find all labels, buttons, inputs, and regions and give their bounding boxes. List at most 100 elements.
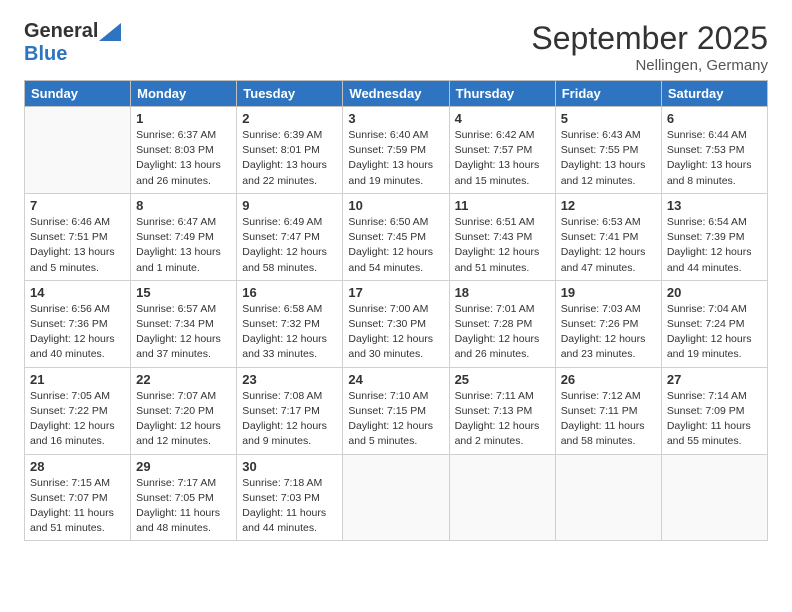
weekday-header-tuesday: Tuesday	[237, 81, 343, 107]
day-number: 15	[136, 285, 231, 300]
calendar-cell: 6 Sunrise: 6:44 AM Sunset: 7:53 PM Daylig…	[661, 107, 767, 194]
day-info: Sunrise: 7:11 AM Sunset: 7:13 PM Dayligh…	[455, 389, 550, 450]
day-info: Sunrise: 6:51 AM Sunset: 7:43 PM Dayligh…	[455, 215, 550, 276]
day-number: 30	[242, 459, 337, 474]
day-info: Sunrise: 6:49 AM Sunset: 7:47 PM Dayligh…	[242, 215, 337, 276]
calendar-cell: 23 Sunrise: 7:08 AM Sunset: 7:17 PM Dayli…	[237, 367, 343, 454]
weekday-header-thursday: Thursday	[449, 81, 555, 107]
day-number: 19	[561, 285, 656, 300]
calendar-cell: 4Sunrise: 6:42 AM Sunset: 7:57 PM Daylig…	[449, 107, 555, 194]
calendar-cell: 26 Sunrise: 7:12 AM Sunset: 7:11 PM Dayli…	[555, 367, 661, 454]
day-info: Sunrise: 6:46 AM Sunset: 7:51 PM Dayligh…	[30, 215, 125, 276]
day-number: 5	[561, 111, 656, 126]
calendar-cell: 17 Sunrise: 7:00 AM Sunset: 7:30 PM Dayli…	[343, 280, 449, 367]
calendar-cell	[25, 107, 131, 194]
location: Nellingen, Germany	[531, 57, 768, 74]
day-info: Sunrise: 7:10 AM Sunset: 7:15 PM Dayligh…	[348, 389, 443, 450]
day-number: 17	[348, 285, 443, 300]
day-info: Sunrise: 6:39 AM Sunset: 8:01 PM Dayligh…	[242, 128, 337, 189]
week-row-1: 1 Sunrise: 6:37 AM Sunset: 8:03 PM Daylig…	[25, 107, 768, 194]
day-number: 6	[667, 111, 762, 126]
day-number: 20	[667, 285, 762, 300]
calendar-cell: 15Sunrise: 6:57 AM Sunset: 7:34 PM Dayli…	[131, 280, 237, 367]
day-info: Sunrise: 7:15 AM Sunset: 7:07 PM Dayligh…	[30, 476, 125, 537]
day-number: 16	[242, 285, 337, 300]
calendar-cell: 8 Sunrise: 6:47 AM Sunset: 7:49 PM Daylig…	[131, 193, 237, 280]
calendar-cell	[661, 454, 767, 541]
day-info: Sunrise: 7:05 AM Sunset: 7:22 PM Dayligh…	[30, 389, 125, 450]
day-info: Sunrise: 7:17 AM Sunset: 7:05 PM Dayligh…	[136, 476, 231, 537]
week-row-4: 21 Sunrise: 7:05 AM Sunset: 7:22 PM Dayli…	[25, 367, 768, 454]
day-info: Sunrise: 7:00 AM Sunset: 7:30 PM Dayligh…	[348, 302, 443, 363]
calendar-cell	[343, 454, 449, 541]
calendar-cell: 25 Sunrise: 7:11 AM Sunset: 7:13 PM Dayli…	[449, 367, 555, 454]
day-info: Sunrise: 6:44 AM Sunset: 7:53 PM Dayligh…	[667, 128, 762, 189]
calendar-cell: 5 Sunrise: 6:43 AM Sunset: 7:55 PM Daylig…	[555, 107, 661, 194]
page-header: General Blue September 2025 Nellingen, G…	[24, 20, 768, 74]
day-info: Sunrise: 6:58 AM Sunset: 7:32 PM Dayligh…	[242, 302, 337, 363]
weekday-header-saturday: Saturday	[661, 81, 767, 107]
calendar-cell: 18Sunrise: 7:01 AM Sunset: 7:28 PM Dayli…	[449, 280, 555, 367]
day-number: 27	[667, 372, 762, 387]
day-number: 9	[242, 198, 337, 213]
week-row-2: 7 Sunrise: 6:46 AM Sunset: 7:51 PM Daylig…	[25, 193, 768, 280]
calendar-cell: 24 Sunrise: 7:10 AM Sunset: 7:15 PM Dayli…	[343, 367, 449, 454]
calendar-cell: 7 Sunrise: 6:46 AM Sunset: 7:51 PM Daylig…	[25, 193, 131, 280]
day-number: 10	[348, 198, 443, 213]
calendar-cell: 22 Sunrise: 7:07 AM Sunset: 7:20 PM Dayli…	[131, 367, 237, 454]
calendar-cell: 14 Sunrise: 6:56 AM Sunset: 7:36 PM Dayli…	[25, 280, 131, 367]
day-number: 23	[242, 372, 337, 387]
calendar-cell: 28 Sunrise: 7:15 AM Sunset: 7:07 PM Dayli…	[25, 454, 131, 541]
day-info: Sunrise: 6:56 AM Sunset: 7:36 PM Dayligh…	[30, 302, 125, 363]
weekday-header-monday: Monday	[131, 81, 237, 107]
calendar-cell: 1 Sunrise: 6:37 AM Sunset: 8:03 PM Daylig…	[131, 107, 237, 194]
day-number: 14	[30, 285, 125, 300]
calendar-cell: 19Sunrise: 7:03 AM Sunset: 7:26 PM Dayli…	[555, 280, 661, 367]
calendar-cell: 13Sunrise: 6:54 AM Sunset: 7:39 PM Dayli…	[661, 193, 767, 280]
day-number: 12	[561, 198, 656, 213]
calendar-cell: 11Sunrise: 6:51 AM Sunset: 7:43 PM Dayli…	[449, 193, 555, 280]
calendar-cell: 2 Sunrise: 6:39 AM Sunset: 8:01 PM Daylig…	[237, 107, 343, 194]
calendar-table: SundayMondayTuesdayWednesdayThursdayFrid…	[24, 80, 768, 541]
day-info: Sunrise: 7:08 AM Sunset: 7:17 PM Dayligh…	[242, 389, 337, 450]
day-info: Sunrise: 6:37 AM Sunset: 8:03 PM Dayligh…	[136, 128, 231, 189]
day-number: 21	[30, 372, 125, 387]
day-info: Sunrise: 6:40 AM Sunset: 7:59 PM Dayligh…	[348, 128, 443, 189]
weekday-header-friday: Friday	[555, 81, 661, 107]
day-info: Sunrise: 7:04 AM Sunset: 7:24 PM Dayligh…	[667, 302, 762, 363]
day-info: Sunrise: 7:01 AM Sunset: 7:28 PM Dayligh…	[455, 302, 550, 363]
day-number: 2	[242, 111, 337, 126]
weekday-header-row: SundayMondayTuesdayWednesdayThursdayFrid…	[25, 81, 768, 107]
calendar-cell: 20 Sunrise: 7:04 AM Sunset: 7:24 PM Dayli…	[661, 280, 767, 367]
day-number: 24	[348, 372, 443, 387]
day-number: 26	[561, 372, 656, 387]
day-number: 4	[455, 111, 550, 126]
day-number: 28	[30, 459, 125, 474]
calendar-cell: 27 Sunrise: 7:14 AM Sunset: 7:09 PM Dayli…	[661, 367, 767, 454]
week-row-5: 28 Sunrise: 7:15 AM Sunset: 7:07 PM Dayli…	[25, 454, 768, 541]
day-info: Sunrise: 7:18 AM Sunset: 7:03 PM Dayligh…	[242, 476, 337, 537]
calendar-cell: 16 Sunrise: 6:58 AM Sunset: 7:32 PM Dayli…	[237, 280, 343, 367]
day-info: Sunrise: 6:43 AM Sunset: 7:55 PM Dayligh…	[561, 128, 656, 189]
calendar-cell: 3Sunrise: 6:40 AM Sunset: 7:59 PM Daylig…	[343, 107, 449, 194]
day-number: 8	[136, 198, 231, 213]
title-block: September 2025 Nellingen, Germany	[531, 20, 768, 74]
day-info: Sunrise: 6:47 AM Sunset: 7:49 PM Dayligh…	[136, 215, 231, 276]
logo: General Blue	[24, 20, 122, 66]
day-number: 1	[136, 111, 231, 126]
day-number: 29	[136, 459, 231, 474]
day-info: Sunrise: 7:12 AM Sunset: 7:11 PM Dayligh…	[561, 389, 656, 450]
calendar-cell: 9 Sunrise: 6:49 AM Sunset: 7:47 PM Daylig…	[237, 193, 343, 280]
calendar-cell: 12Sunrise: 6:53 AM Sunset: 7:41 PM Dayli…	[555, 193, 661, 280]
day-info: Sunrise: 7:14 AM Sunset: 7:09 PM Dayligh…	[667, 389, 762, 450]
calendar-cell: 29 Sunrise: 7:17 AM Sunset: 7:05 PM Dayli…	[131, 454, 237, 541]
day-number: 13	[667, 198, 762, 213]
weekday-header-wednesday: Wednesday	[343, 81, 449, 107]
calendar-cell: 10Sunrise: 6:50 AM Sunset: 7:45 PM Dayli…	[343, 193, 449, 280]
day-number: 25	[455, 372, 550, 387]
calendar-cell	[555, 454, 661, 541]
weekday-header-sunday: Sunday	[25, 81, 131, 107]
day-number: 22	[136, 372, 231, 387]
day-info: Sunrise: 7:07 AM Sunset: 7:20 PM Dayligh…	[136, 389, 231, 450]
day-number: 7	[30, 198, 125, 213]
